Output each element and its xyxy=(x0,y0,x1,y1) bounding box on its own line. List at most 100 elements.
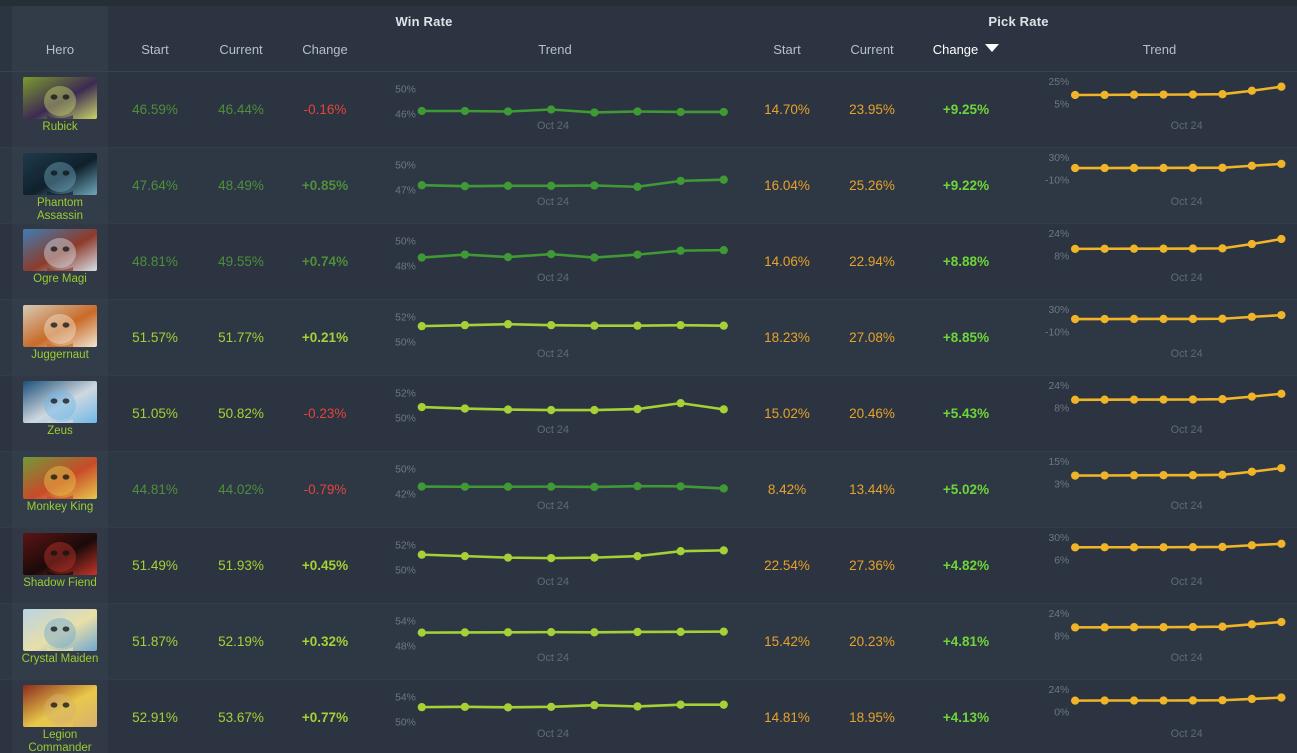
hero-name: Legion Commander xyxy=(28,729,92,753)
table-row[interactable]: Ogre Magi 48.81% 49.55% +0.74% 50% 48% Oct… xyxy=(0,224,1297,300)
table-row[interactable]: Monkey King 44.81% 44.02% -0.79% 50% 42% O… xyxy=(0,452,1297,528)
hero-portrait-icon[interactable] xyxy=(23,77,97,119)
svg-text:Oct 24: Oct 24 xyxy=(1171,424,1203,436)
table-row[interactable]: Crystal Maiden 51.87% 52.19% +0.32% 54% 4… xyxy=(0,604,1297,680)
svg-text:50%: 50% xyxy=(395,237,416,248)
hero-portrait-icon[interactable] xyxy=(23,457,97,499)
svg-text:52%: 52% xyxy=(395,313,416,324)
hero-cell[interactable]: Juggernaut xyxy=(12,300,108,375)
pick-rate-trend-chart[interactable]: 30% -10% Oct 24 xyxy=(1022,148,1297,223)
svg-text:15%: 15% xyxy=(1048,457,1069,468)
column-group-row: Win Rate Pick Rate xyxy=(0,6,1297,38)
table-row[interactable]: Juggernaut 51.57% 51.77% +0.21% 52% 50% Oc… xyxy=(0,300,1297,376)
svg-text:50%: 50% xyxy=(395,413,416,424)
win-rate-trend-chart[interactable]: 54% 50% Oct 24 xyxy=(370,680,740,753)
column-header-pick-current[interactable]: Current xyxy=(834,42,910,57)
svg-text:Oct 24: Oct 24 xyxy=(1171,120,1203,132)
svg-text:Oct 24: Oct 24 xyxy=(537,576,569,588)
column-header-win-start[interactable]: Start xyxy=(108,42,202,57)
svg-text:30%: 30% xyxy=(1048,153,1069,164)
column-label-row: Hero Start Current Change Trend Start Cu… xyxy=(0,38,1297,72)
pick-rate-change: +4.82% xyxy=(942,558,990,573)
hero-cell[interactable]: Ogre Magi xyxy=(12,224,108,299)
pick-rate-current: 18.95% xyxy=(849,710,895,725)
hero-cell[interactable]: Zeus xyxy=(12,376,108,451)
win-rate-current: 53.67% xyxy=(218,710,264,725)
svg-text:50%: 50% xyxy=(395,717,416,728)
column-header-win-change[interactable]: Change xyxy=(280,42,370,57)
svg-text:48%: 48% xyxy=(395,261,416,272)
chevron-down-icon xyxy=(985,44,1000,52)
table-row[interactable]: Rubick 46.59% 46.44% -0.16% 50% 46% Oct 24… xyxy=(0,72,1297,148)
svg-text:24%: 24% xyxy=(1048,685,1069,696)
svg-text:Oct 24: Oct 24 xyxy=(1171,728,1203,740)
svg-text:Oct 24: Oct 24 xyxy=(537,348,569,360)
hero-name: Phantom Assassin xyxy=(36,197,84,222)
win-rate-trend-chart[interactable]: 52% 50% Oct 24 xyxy=(370,376,740,451)
hero-portrait-icon[interactable] xyxy=(23,685,97,727)
pick-rate-change: +8.88% xyxy=(942,254,990,269)
win-rate-trend-chart[interactable]: 50% 48% Oct 24 xyxy=(370,224,740,299)
group-header-pick-rate: Pick Rate xyxy=(988,14,1049,29)
hero-portrait-icon[interactable] xyxy=(23,381,97,423)
column-header-win-trend[interactable]: Trend xyxy=(370,42,740,57)
pick-rate-trend-chart[interactable]: 25% 5% Oct 24 xyxy=(1022,72,1297,147)
column-header-win-current[interactable]: Current xyxy=(202,42,280,57)
hero-cell[interactable]: Phantom Assassin xyxy=(12,148,108,223)
table-row[interactable]: Shadow Fiend 51.49% 51.93% +0.45% 52% 50%… xyxy=(0,528,1297,604)
pick-rate-trend-chart[interactable]: 15% 3% Oct 24 xyxy=(1022,452,1297,527)
pick-rate-trend-chart[interactable]: 24% 0% Oct 24 xyxy=(1022,680,1297,753)
pick-rate-start: 16.04% xyxy=(764,178,810,193)
pick-rate-current: 23.95% xyxy=(849,102,895,117)
svg-text:-10%: -10% xyxy=(1045,176,1069,187)
svg-text:50%: 50% xyxy=(395,85,416,96)
column-header-pick-start[interactable]: Start xyxy=(740,42,834,57)
hero-portrait-icon[interactable] xyxy=(23,153,97,195)
hero-cell[interactable]: Rubick xyxy=(12,72,108,147)
pick-rate-trend-chart[interactable]: 30% -10% Oct 24 xyxy=(1022,300,1297,375)
column-header-hero[interactable]: Hero xyxy=(12,42,108,57)
win-rate-start: 51.57% xyxy=(132,330,178,345)
svg-text:54%: 54% xyxy=(395,617,416,628)
svg-text:8%: 8% xyxy=(1054,632,1069,643)
hero-portrait-icon[interactable] xyxy=(23,305,97,347)
pick-rate-trend-chart[interactable]: 24% 8% Oct 24 xyxy=(1022,376,1297,451)
column-header-pick-trend[interactable]: Trend xyxy=(1022,42,1297,57)
win-rate-trend-chart[interactable]: 52% 50% Oct 24 xyxy=(370,528,740,603)
svg-text:Oct 24: Oct 24 xyxy=(1171,576,1203,588)
table-row[interactable]: Phantom Assassin 47.64% 48.49% +0.85% 50… xyxy=(0,148,1297,224)
win-rate-change: +0.77% xyxy=(301,710,349,725)
win-rate-current: 44.02% xyxy=(218,482,264,497)
hero-name: Zeus xyxy=(47,425,73,437)
win-rate-trend-chart[interactable]: 54% 48% Oct 24 xyxy=(370,604,740,679)
hero-cell[interactable]: Shadow Fiend xyxy=(12,528,108,603)
win-rate-trend-chart[interactable]: 50% 42% Oct 24 xyxy=(370,452,740,527)
hero-portrait-icon[interactable] xyxy=(23,229,97,271)
column-header-pick-change[interactable]: Change xyxy=(910,42,1022,57)
svg-text:50%: 50% xyxy=(395,161,416,172)
hero-cell[interactable]: Monkey King xyxy=(12,452,108,527)
pick-rate-current: 20.46% xyxy=(849,406,895,421)
win-rate-trend-chart[interactable]: 50% 46% Oct 24 xyxy=(370,72,740,147)
win-rate-change: +0.32% xyxy=(301,634,349,649)
pick-rate-trend-chart[interactable]: 24% 8% Oct 24 xyxy=(1022,224,1297,299)
win-rate-change: +0.74% xyxy=(301,254,349,269)
hero-cell[interactable]: Legion Commander xyxy=(12,680,108,753)
pick-rate-start: 18.23% xyxy=(764,330,810,345)
pick-rate-trend-chart[interactable]: 24% 8% Oct 24 xyxy=(1022,604,1297,679)
column-header-pick-change-label: Change xyxy=(932,42,979,57)
win-rate-current: 46.44% xyxy=(218,102,264,117)
svg-text:25%: 25% xyxy=(1048,77,1069,88)
win-rate-trend-chart[interactable]: 52% 50% Oct 24 xyxy=(370,300,740,375)
win-rate-trend-chart[interactable]: 50% 47% Oct 24 xyxy=(370,148,740,223)
pick-rate-current: 13.44% xyxy=(849,482,895,497)
table-row[interactable]: Legion Commander 52.91% 53.67% +0.77% 54… xyxy=(0,680,1297,753)
hero-cell[interactable]: Crystal Maiden xyxy=(12,604,108,679)
pick-rate-trend-chart[interactable]: 30% 6% Oct 24 xyxy=(1022,528,1297,603)
table-row[interactable]: Zeus 51.05% 50.82% -0.23% 52% 50% Oct 24 1… xyxy=(0,376,1297,452)
win-rate-start: 48.81% xyxy=(132,254,178,269)
hero-portrait-icon[interactable] xyxy=(23,533,97,575)
svg-text:30%: 30% xyxy=(1048,533,1069,544)
hero-portrait-icon[interactable] xyxy=(23,609,97,651)
win-rate-start: 46.59% xyxy=(132,102,178,117)
